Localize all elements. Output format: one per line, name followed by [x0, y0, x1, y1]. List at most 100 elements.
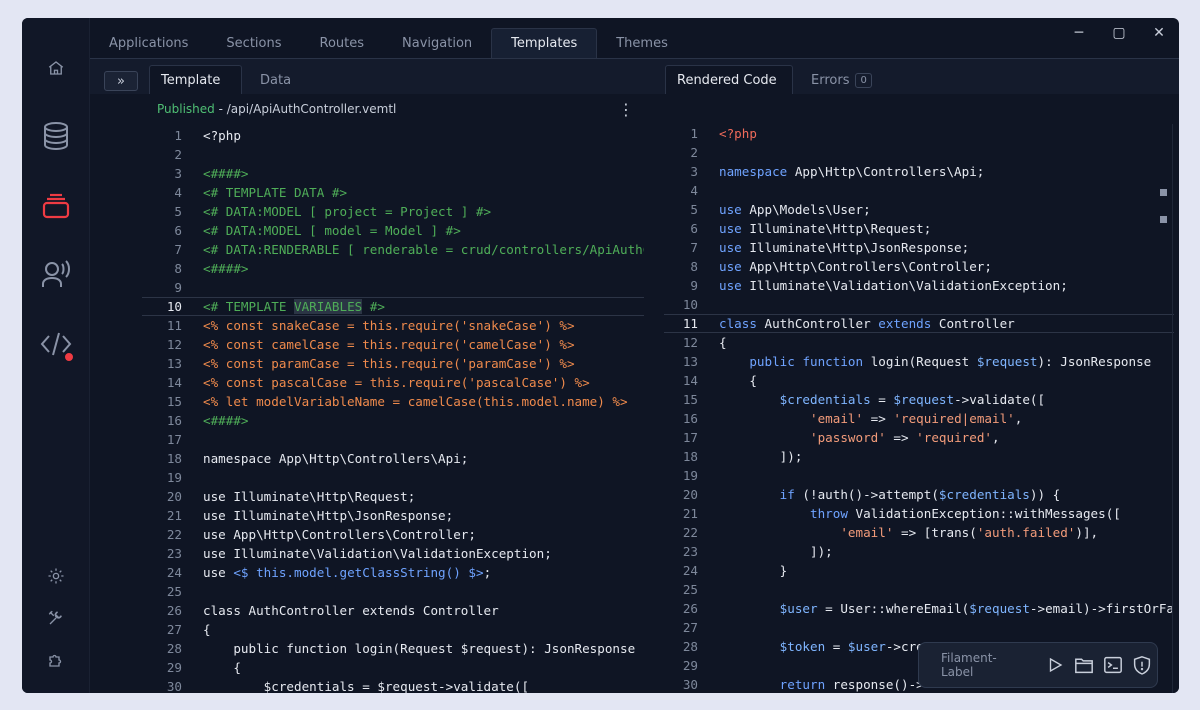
code-line[interactable]: 4 <# TEMPLATE DATA #> [142, 183, 644, 202]
template-editor[interactable]: Published - /api/ApiAuthController.vemtl… [142, 94, 644, 693]
home-icon[interactable] [38, 50, 74, 86]
scrollbar-track[interactable] [1172, 124, 1173, 693]
code-line[interactable]: 10 [664, 295, 1174, 314]
code-line[interactable]: 20 if (!auth()->attempt($credentials)) { [664, 485, 1174, 504]
code-line[interactable]: 8 <####> [142, 259, 644, 278]
database-icon[interactable] [38, 118, 74, 154]
code-line[interactable]: 24 } [664, 561, 1174, 580]
code-line[interactable]: 9 use Illuminate\Validation\ValidationExc… [664, 276, 1174, 295]
code-line[interactable]: 6 use Illuminate\Http\Request; [664, 219, 1174, 238]
terminal-icon[interactable] [1099, 650, 1127, 680]
code-line[interactable]: 16 'email' => 'required|email', [664, 409, 1174, 428]
file-path: /api/ApiAuthController.vemtl [226, 102, 397, 116]
code-line[interactable]: 7 <# DATA:RENDERABLE [ renderable = crud/… [142, 240, 644, 259]
tools-icon[interactable] [38, 600, 74, 636]
maximize-button[interactable]: ▢ [1099, 18, 1139, 48]
code-line[interactable]: 14 <% const pascalCase = this.require('pa… [142, 373, 644, 392]
code-line[interactable]: 21 throw ValidationException::withMessag… [664, 504, 1174, 523]
code-line[interactable]: 13 <% const paramCase = this.require('par… [142, 354, 644, 373]
code-line[interactable]: 23 use Illuminate\Validation\ValidationEx… [142, 544, 644, 563]
code-line[interactable]: 28 public function login(Request $reques… [142, 639, 644, 658]
code-line[interactable]: 3 <####> [142, 164, 644, 183]
close-button[interactable]: ✕ [1139, 18, 1179, 48]
shield-icon[interactable] [1128, 650, 1156, 680]
code-line[interactable]: 16 <####> [142, 411, 644, 430]
tab-templates[interactable]: Templates [491, 28, 598, 58]
line-number: 21 [166, 508, 182, 523]
tab-navigation[interactable]: Navigation [383, 28, 491, 58]
code-line[interactable]: 19 [664, 466, 1174, 485]
code-line[interactable]: 13 public function login(Request $reques… [664, 352, 1174, 371]
code-line[interactable]: 3 namespace App\Http\Controllers\Api; [664, 162, 1174, 181]
tab-errors[interactable]: Errors 0 [800, 65, 883, 95]
play-icon[interactable] [1041, 650, 1069, 680]
line-text: return response()-> [779, 677, 924, 692]
more-options-icon[interactable]: ⋮ [618, 100, 634, 119]
code-line[interactable]: 2 [664, 143, 1174, 162]
code-icon[interactable] [38, 326, 74, 362]
code-line[interactable]: 5 <# DATA:MODEL [ project = Project ] #> [142, 202, 644, 221]
code-line[interactable]: 18 namespace App\Http\Controllers\Api; [142, 449, 644, 468]
code-line[interactable]: 11 class AuthController extends Controlle… [664, 314, 1174, 333]
puzzle-icon[interactable] [38, 642, 74, 678]
stack-icon[interactable] [38, 188, 74, 224]
line-number: 25 [682, 582, 698, 597]
code-line[interactable]: 6 <# DATA:MODEL [ model = Model ] #> [142, 221, 644, 240]
collapse-toggle-button[interactable]: » [104, 71, 138, 91]
code-line[interactable]: 12 { [664, 333, 1174, 352]
line-text: <# DATA:MODEL [ project = Project ] #> [203, 204, 492, 219]
code-line[interactable]: 10 <# TEMPLATE VARIABLES #> [142, 297, 644, 316]
tab-routes[interactable]: Routes [301, 28, 384, 58]
code-line[interactable]: 18 ]); [664, 447, 1174, 466]
tab-applications[interactable]: Applications [90, 28, 207, 58]
scroll-marker [1160, 216, 1167, 223]
code-line[interactable]: 26 $user = User::whereEmail($request->em… [664, 599, 1174, 618]
rendered-code[interactable]: 1 <?php 2 3 namespace App\Http\Controllers\A… [664, 124, 1174, 693]
code-line[interactable]: 15 <% let modelVariableName = camelCase(t… [142, 392, 644, 411]
voice-user-icon[interactable] [38, 256, 74, 292]
code-line[interactable]: 15 $credentials = $request->validate([ [664, 390, 1174, 409]
code-line[interactable]: 25 [142, 582, 644, 601]
line-text: use App\Http\Controllers\Controller; [719, 259, 992, 274]
tab-data[interactable]: Data [249, 65, 302, 95]
folder-icon[interactable] [1070, 650, 1098, 680]
code-line[interactable]: 20 use Illuminate\Http\Request; [142, 487, 644, 506]
line-number: 26 [682, 601, 698, 616]
code-line[interactable]: 22 use App\Http\Controllers\Controller; [142, 525, 644, 544]
code-line[interactable]: 26 class AuthController extends Controlle… [142, 601, 644, 620]
code-line[interactable]: 19 [142, 468, 644, 487]
code-line[interactable]: 1 <?php [142, 126, 644, 145]
tab-rendered-code[interactable]: Rendered Code [665, 65, 793, 95]
code-line[interactable]: 27 [664, 618, 1174, 637]
code-line[interactable]: 12 <% const camelCase = this.require('cam… [142, 335, 644, 354]
code-line[interactable]: 14 { [664, 371, 1174, 390]
code-line[interactable]: 1 <?php [664, 124, 1174, 143]
tab-template[interactable]: Template [149, 65, 242, 95]
line-number: 9 [690, 278, 698, 293]
code-line[interactable]: 7 use Illuminate\Http\JsonResponse; [664, 238, 1174, 257]
tab-sections[interactable]: Sections [207, 28, 300, 58]
code-line[interactable]: 22 'email' => [trans('auth.failed')], [664, 523, 1174, 542]
settings-icon[interactable] [38, 558, 74, 594]
code-line[interactable]: 21 use Illuminate\Http\JsonResponse; [142, 506, 644, 525]
code-line[interactable]: 17 [142, 430, 644, 449]
template-code[interactable]: 1 <?php 2 3 <####> 4 <# TEMPLATE DATA #> 5 <# DA… [142, 126, 644, 693]
code-line[interactable]: 23 ]); [664, 542, 1174, 561]
code-line[interactable]: 29 { [142, 658, 644, 677]
tab-themes[interactable]: Themes [597, 28, 687, 58]
code-line[interactable]: 4 [664, 181, 1174, 200]
code-line[interactable]: 30 $credentials = $request->validate([ [142, 677, 644, 693]
code-line[interactable]: 8 use App\Http\Controllers\Controller; [664, 257, 1174, 276]
code-line[interactable]: 24 use <$ this.model.getClassString() $>; [142, 563, 644, 582]
code-line[interactable]: 2 [142, 145, 644, 164]
code-line[interactable]: 25 [664, 580, 1174, 599]
code-line[interactable]: 5 use App\Models\User; [664, 200, 1174, 219]
code-line[interactable]: 9 [142, 278, 644, 297]
code-line[interactable]: 27 { [142, 620, 644, 639]
floating-toolbar: Filament-Label [918, 642, 1158, 688]
code-line[interactable]: 17 'password' => 'required', [664, 428, 1174, 447]
minimize-button[interactable]: ─ [1059, 18, 1099, 48]
line-text: namespace App\Http\Controllers\Api; [203, 451, 469, 466]
code-line[interactable]: 11 <% const snakeCase = this.require('sna… [142, 316, 644, 335]
rendered-code-viewer[interactable]: 1 <?php 2 3 namespace App\Http\Controllers\A… [664, 94, 1179, 693]
